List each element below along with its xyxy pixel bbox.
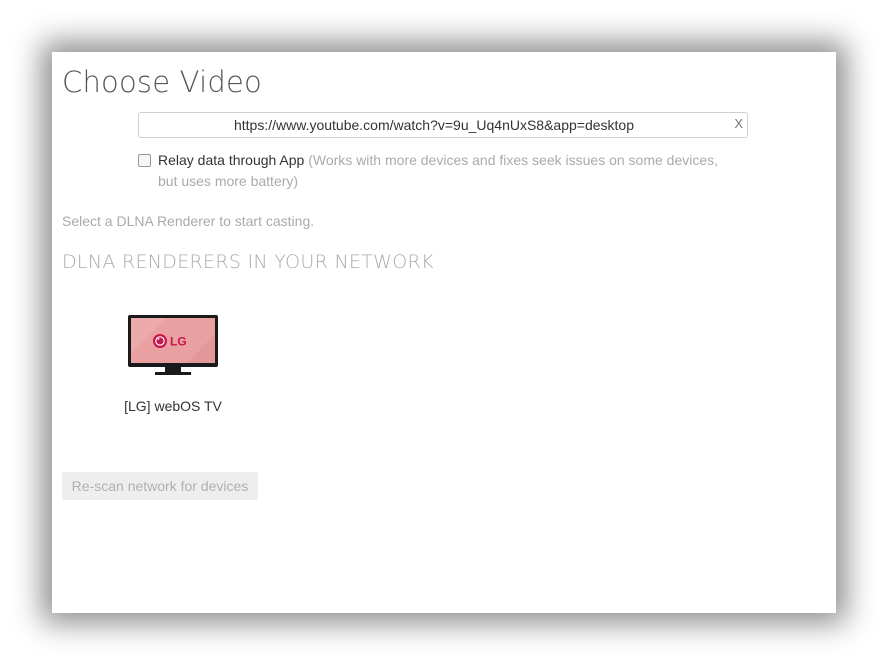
- dialog-title: Choose Video: [62, 65, 262, 99]
- relay-option[interactable]: Relay data through App (Works with more …: [138, 150, 738, 192]
- casting-hint: Select a DLNA Renderer to start casting.: [62, 213, 315, 229]
- renderer-item-lg-webos-tv[interactable]: LG [LG] webOS TV: [118, 314, 228, 414]
- lg-logo-text: LG: [170, 335, 187, 349]
- choose-video-dialog: Choose Video X Relay data through App (W…: [52, 52, 836, 613]
- rescan-network-button[interactable]: Re-scan network for devices: [62, 472, 258, 500]
- clear-url-button[interactable]: X: [734, 116, 743, 131]
- tv-icon: LG: [128, 315, 218, 375]
- relay-checkbox[interactable]: [138, 154, 151, 167]
- renderers-heading: DLNA RENDERERS IN YOUR NETWORK: [62, 251, 434, 273]
- url-field-wrapper: X: [138, 112, 748, 138]
- lg-logo-icon: [153, 334, 167, 348]
- renderer-name: [LG] webOS TV: [124, 398, 222, 414]
- url-input[interactable]: [139, 113, 729, 137]
- relay-label: Relay data through App: [158, 152, 305, 168]
- relay-text: Relay data through App (Works with more …: [138, 150, 738, 192]
